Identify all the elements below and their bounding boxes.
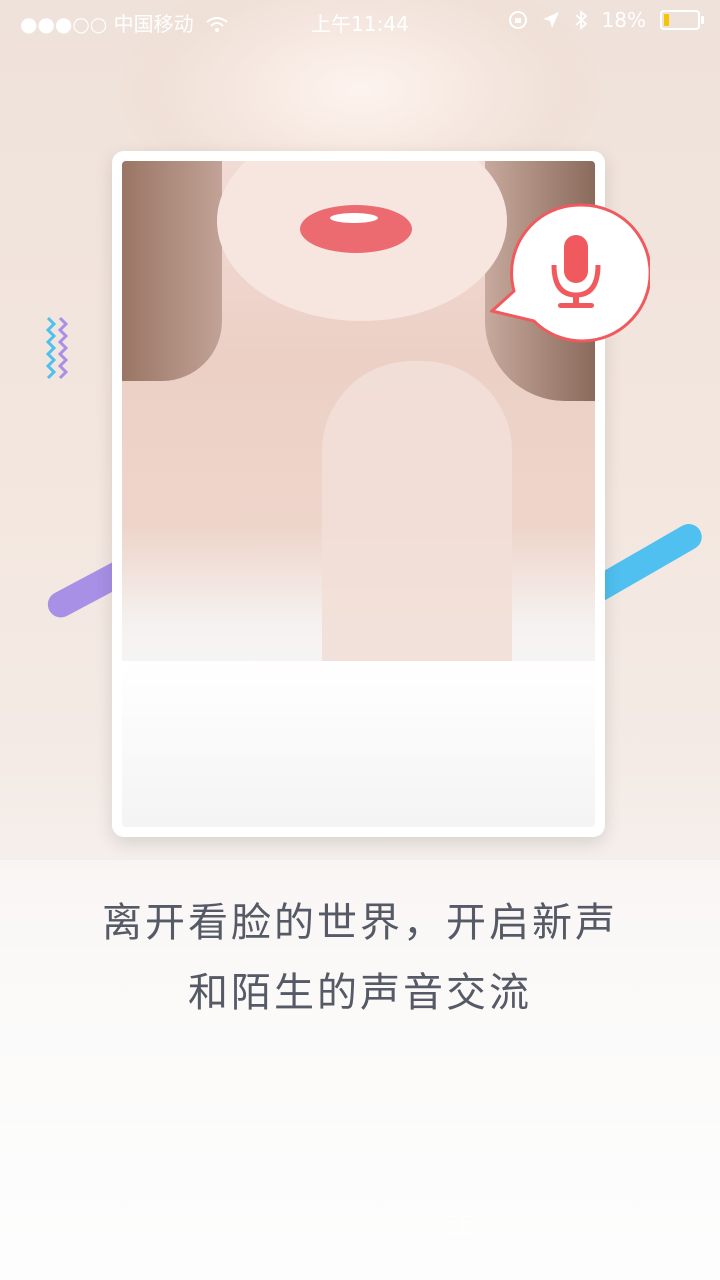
bluetooth-icon — [574, 10, 587, 30]
slogan: 离开看脸的世界，开启新声 和陌生的声音交流 — [0, 888, 720, 1028]
signal-strength: ●●●○○ — [20, 12, 108, 36]
photo-dress — [122, 661, 595, 827]
location-arrow-icon — [542, 12, 559, 28]
battery-level — [664, 14, 669, 26]
status-bar: ●●●○○ 中国移动 上午11:44 18% — [0, 0, 720, 40]
slogan-line-2: 和陌生的声音交流 — [188, 970, 532, 1016]
photo-lips — [300, 205, 412, 253]
watermark-logo — [447, 1216, 479, 1234]
battery-icon — [660, 10, 704, 30]
zigzag-decoration — [45, 316, 69, 380]
status-right: 18% — [508, 8, 704, 32]
carrier-name: 中国移动 — [113, 12, 194, 36]
carrier-info: ●●●○○ 中国移动 — [20, 8, 228, 37]
wifi-icon — [206, 17, 228, 32]
slogan-line-1: 离开看脸的世界，开启新声 — [102, 900, 618, 946]
microphone-bubble[interactable] — [490, 203, 650, 343]
status-time: 上午11:44 — [311, 12, 409, 36]
photo-hair-left — [122, 161, 222, 381]
orientation-lock-icon — [508, 11, 527, 29]
battery-percent: 18% — [601, 8, 646, 32]
